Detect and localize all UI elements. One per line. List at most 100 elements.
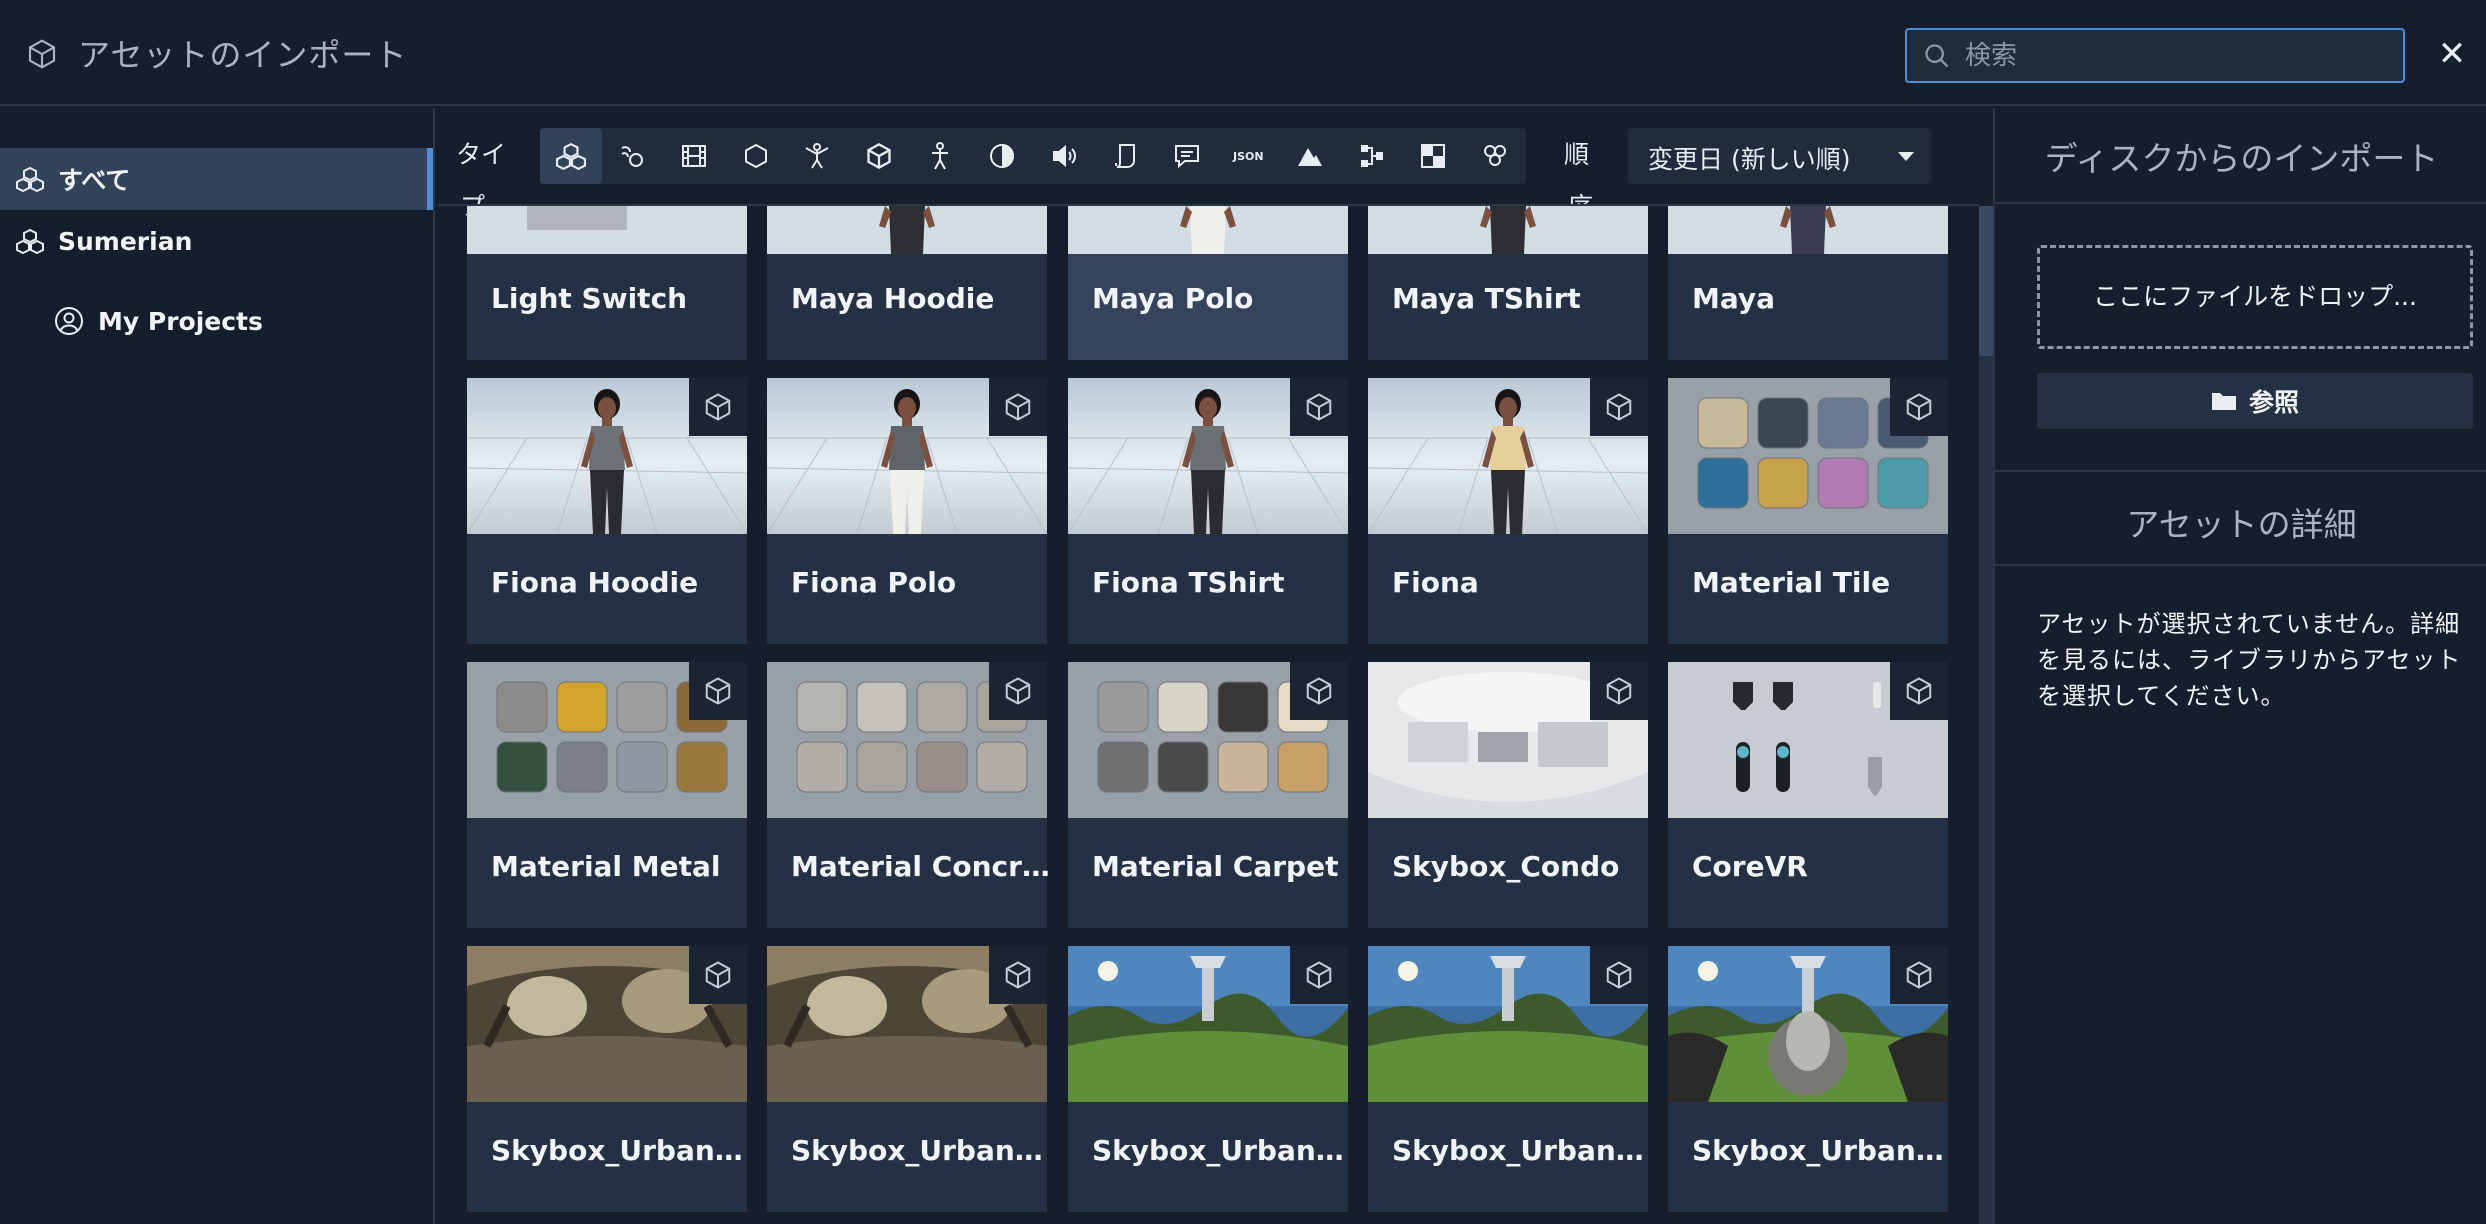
state-machine-icon (1360, 145, 1383, 167)
asset-type-badge (1590, 946, 1648, 1004)
script-icon (1115, 144, 1136, 168)
sort-value: 変更日 (新しい順) (1648, 145, 1851, 174)
type-script-button[interactable] (1094, 128, 1156, 184)
asset-type-badge (1590, 378, 1648, 436)
skeleton-icon (805, 143, 829, 169)
asset-name: Material Metal (491, 850, 721, 883)
type-state-machine-button[interactable] (1341, 128, 1403, 184)
cubes-icon (16, 228, 44, 254)
type-filter-bar: JSON (540, 128, 1526, 184)
hexagon-icon (744, 143, 767, 169)
scrollbar-track[interactable] (1979, 206, 1993, 1224)
asset-details-heading: アセットの詳細 (2126, 505, 2357, 544)
asset-thumbnail (467, 206, 747, 254)
divider (1995, 470, 2486, 472)
sphere-icon (989, 144, 1014, 168)
asset-card[interactable]: CoreVR (1668, 662, 1948, 928)
asset-type-badge (989, 662, 1047, 720)
model-type-icon (1906, 677, 1932, 705)
asset-card[interactable]: Fiona TShirt (1068, 378, 1348, 644)
library-sidebar: すべて Sumerian My Projects (0, 108, 435, 1224)
folder-icon (2211, 393, 2236, 410)
type-particles-button[interactable] (1464, 128, 1526, 184)
model-type-icon (1306, 961, 1332, 989)
divider (1995, 202, 2486, 204)
asset-card[interactable]: Material Concr… (767, 662, 1050, 928)
type-label: タイ (456, 140, 507, 169)
asset-type-badge (1290, 662, 1348, 720)
asset-card[interactable]: Fiona (1368, 378, 1648, 644)
type-box-button[interactable] (848, 128, 910, 184)
asset-name: Skybox_Condo (1392, 850, 1620, 883)
type-texture-button[interactable] (1402, 128, 1464, 184)
asset-card[interactable]: Maya (1668, 206, 1948, 360)
person-icon (932, 142, 949, 170)
asset-type-badge (1290, 946, 1348, 1004)
asset-card[interactable]: Maya TShirt (1368, 206, 1648, 360)
asset-name: Maya Hoodie (791, 282, 995, 315)
type-video-button[interactable] (663, 128, 725, 184)
asset-card[interactable]: Skybox_Urban… (767, 946, 1047, 1212)
asset-type-badge (989, 946, 1047, 1004)
speaker-icon (1052, 144, 1076, 168)
type-speech-button[interactable] (1156, 128, 1218, 184)
model-type-icon (1005, 393, 1031, 421)
asset-card[interactable]: Fiona Polo (767, 378, 1047, 644)
caret-down-icon (1898, 152, 1914, 161)
film-icon (681, 145, 706, 167)
asset-card[interactable]: Material Metal (467, 662, 747, 928)
sidebar-item-my-projects[interactable]: My Projects (0, 290, 433, 352)
browse-button[interactable]: 参照 (2037, 373, 2473, 429)
asset-type-badge (1890, 662, 1948, 720)
close-button[interactable]: ✕ (2436, 34, 2468, 74)
model-type-icon (705, 677, 731, 705)
search-icon (1925, 44, 1949, 68)
asset-name: Fiona Hoodie (491, 566, 699, 599)
file-drop-zone[interactable]: ここにファイルをドロップ... (2037, 245, 2473, 349)
search-box[interactable] (1905, 28, 2405, 83)
asset-card[interactable]: Maya Polo (1068, 206, 1348, 360)
scrollbar-thumb[interactable] (1979, 206, 1993, 356)
model-type-icon (705, 393, 731, 421)
type-animation-button[interactable] (602, 128, 664, 184)
search-input[interactable] (1965, 38, 2385, 74)
asset-card[interactable]: Skybox_Urban… (467, 946, 747, 1212)
user-circle-icon (55, 307, 83, 335)
type-environment-button[interactable] (971, 128, 1033, 184)
asset-card[interactable]: Skybox_Urban… (1668, 946, 1948, 1212)
asset-type-badge (689, 378, 747, 436)
asset-name: Skybox_Urban… (491, 1134, 743, 1167)
asset-thumbnail (1368, 206, 1648, 254)
type-json-button[interactable]: JSON (1218, 128, 1280, 184)
asset-thumbnail (1068, 206, 1348, 254)
asset-name: Material Concr… (791, 850, 1050, 883)
asset-card[interactable]: Material Tile (1668, 378, 1948, 644)
asset-type-badge (1890, 378, 1948, 436)
sort-dropdown[interactable]: 変更日 (新しい順) (1628, 128, 1931, 184)
asset-card[interactable]: Light Switch (467, 206, 747, 360)
asset-card[interactable]: Skybox_Urban… (1368, 946, 1648, 1212)
sidebar-item-sumerian[interactable]: Sumerian (0, 210, 433, 272)
asset-grid: Light Switch Maya Hoodie Maya Polo Maya … (437, 204, 1979, 1224)
asset-card[interactable]: Fiona Hoodie (467, 378, 747, 644)
asset-card[interactable]: Material Carpet (1068, 662, 1348, 928)
type-audio-button[interactable] (1033, 128, 1095, 184)
box-icon (867, 142, 891, 170)
asset-card[interactable]: Skybox_Urban… (1068, 946, 1348, 1212)
asset-card[interactable]: Maya Hoodie (767, 206, 1047, 360)
type-character-button[interactable] (910, 128, 972, 184)
sidebar-item-label: すべて (58, 166, 131, 195)
model-type-icon (1005, 677, 1031, 705)
type-skeleton-button[interactable] (786, 128, 848, 184)
type-terrain-button[interactable] (1279, 128, 1341, 184)
asset-name: Light Switch (491, 282, 688, 315)
type-geometry-button[interactable] (725, 128, 787, 184)
asset-name: Skybox_Urban… (791, 1134, 1043, 1167)
asset-name: Maya TShirt (1392, 282, 1581, 315)
sidebar-item-all[interactable]: すべて (0, 148, 433, 210)
type-all-button[interactable] (540, 128, 602, 184)
model-type-icon (1005, 961, 1031, 989)
asset-name: CoreVR (1692, 850, 1808, 883)
asset-card[interactable]: Skybox_Condo (1368, 662, 1648, 928)
asset-name: Fiona TShirt (1092, 566, 1285, 599)
